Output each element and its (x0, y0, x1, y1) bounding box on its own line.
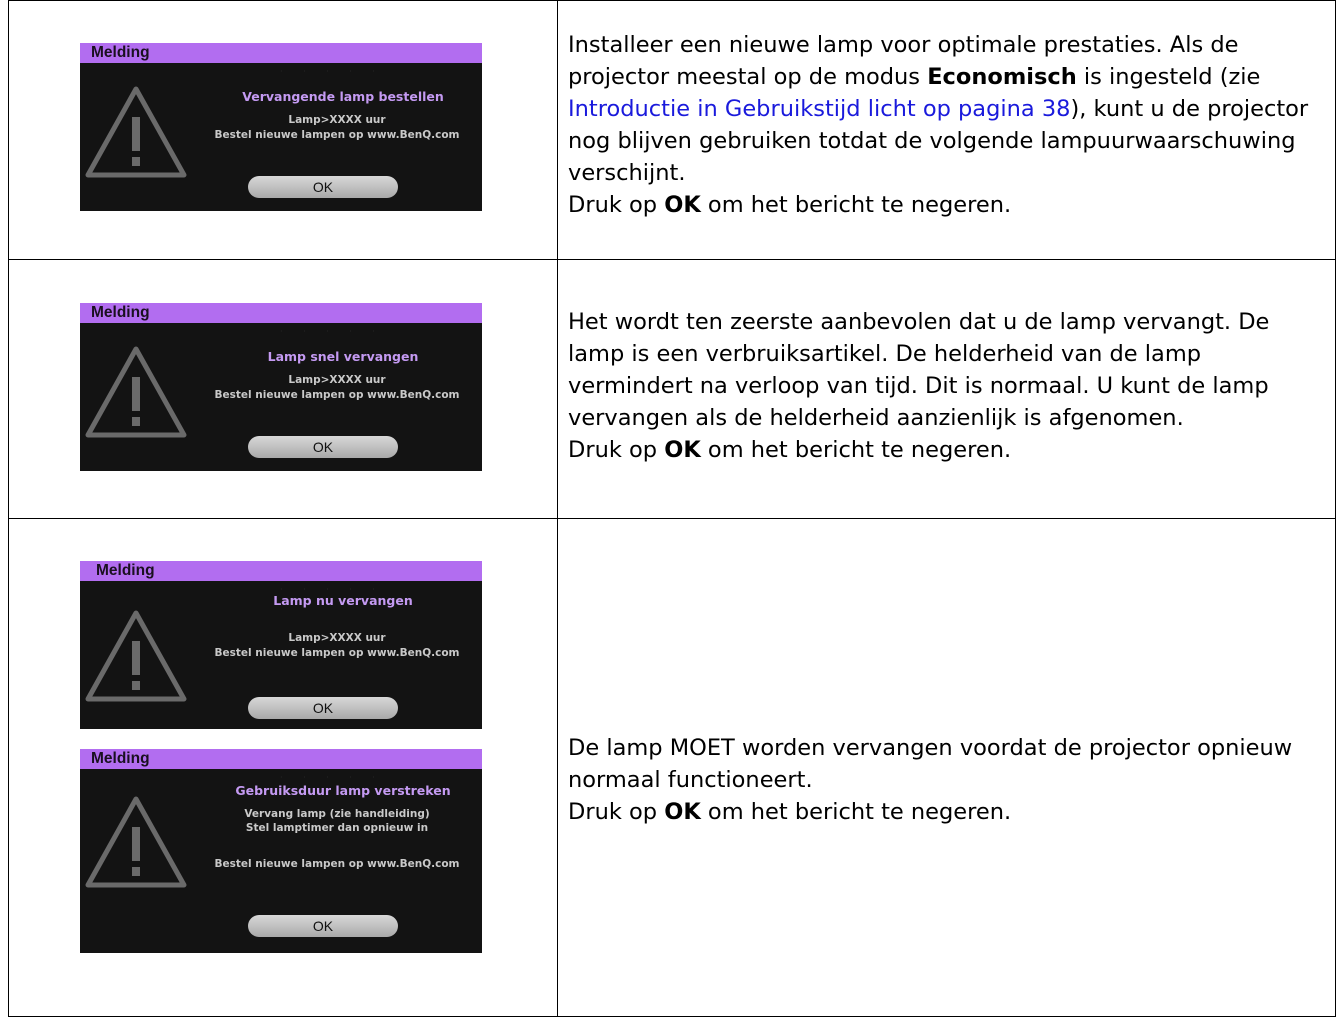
description-cell: Installeer een nieuwe lamp voor optimale… (557, 0, 1336, 260)
dialog-header: Melding (80, 303, 482, 323)
warning-triangle-icon (85, 346, 187, 438)
table-row: Melding · · · · · Lamp snel vervangen La… (8, 259, 1336, 519)
notice-dialog-order-lamp: Melding · · · · · Vervangende lamp beste… (80, 43, 482, 211)
page-reference-link[interactable]: Introductie in Gebruikstijd licht op pag… (568, 96, 1070, 122)
ok-button[interactable]: OK (248, 697, 398, 719)
ok-button[interactable]: OK (248, 915, 398, 937)
dialog-line: Bestel nieuwe lampen op www.BenQ.com (214, 858, 460, 870)
warning-triangle-icon (85, 610, 187, 702)
warning-triangle-icon (85, 86, 187, 178)
dialog-cell: Melding · · · · · Lamp nu vervangen Lamp… (8, 518, 558, 1017)
notice-dialog-replace-soon: Melding · · · · · Lamp snel vervangen La… (80, 303, 482, 471)
lamp-message-table: Melding · · · · · Vervangende lamp beste… (8, 0, 1336, 1017)
dialog-header: Melding (80, 749, 482, 769)
dialog-header: Melding (80, 561, 482, 581)
notice-dialog-lamp-expired: Melding · · · · · Gebruiksduur lamp vers… (80, 749, 482, 953)
ok-button[interactable]: OK (248, 176, 398, 198)
dialog-line: Bestel nieuwe lampen op www.BenQ.com (214, 647, 460, 659)
description-text: Installeer een nieuwe lamp voor optimale… (568, 32, 1309, 218)
warning-triangle-icon (85, 796, 187, 888)
table-row: Melding · · · · · Vervangende lamp beste… (8, 0, 1336, 260)
dialog-cell: Melding · · · · · Lamp snel vervangen La… (8, 259, 558, 519)
dialog-line: Lamp>XXXX uur (288, 374, 386, 386)
description-cell: Het wordt ten zeerste aanbevolen dat u d… (557, 259, 1336, 519)
dialog-line: Stel lamptimer dan opnieuw in (245, 822, 429, 834)
description-text: De lamp MOET worden vervangen voordat de… (568, 734, 1293, 825)
dialog-cell: Melding · · · · · Vervangende lamp beste… (8, 0, 558, 260)
dialog-line: Lamp>XXXX uur (288, 114, 386, 126)
description-cell: De lamp MOET worden vervangen voordat de… (557, 518, 1336, 1017)
dialog-title: Vervangende lamp bestellen (242, 89, 444, 104)
dialog-line: Bestel nieuwe lampen op www.BenQ.com (214, 129, 460, 141)
mode-name: Economisch (927, 64, 1077, 90)
dialog-header: Melding (80, 43, 482, 63)
dialog-title: Lamp snel vervangen (267, 349, 419, 364)
ok-button[interactable]: OK (248, 436, 398, 458)
dialog-line: Vervang lamp (zie handleiding) (244, 808, 430, 820)
dialog-title: Gebruiksduur lamp verstreken (235, 783, 451, 798)
table-row: Melding · · · · · Lamp nu vervangen Lamp… (8, 518, 1336, 1017)
dialog-line: Bestel nieuwe lampen op www.BenQ.com (214, 389, 460, 401)
dialog-line: Lamp>XXXX uur (288, 632, 386, 644)
description-text: Het wordt ten zeerste aanbevolen dat u d… (568, 309, 1270, 463)
dialog-title: Lamp nu vervangen (273, 593, 413, 608)
notice-dialog-replace-now: Melding · · · · · Lamp nu vervangen Lamp… (80, 561, 482, 729)
